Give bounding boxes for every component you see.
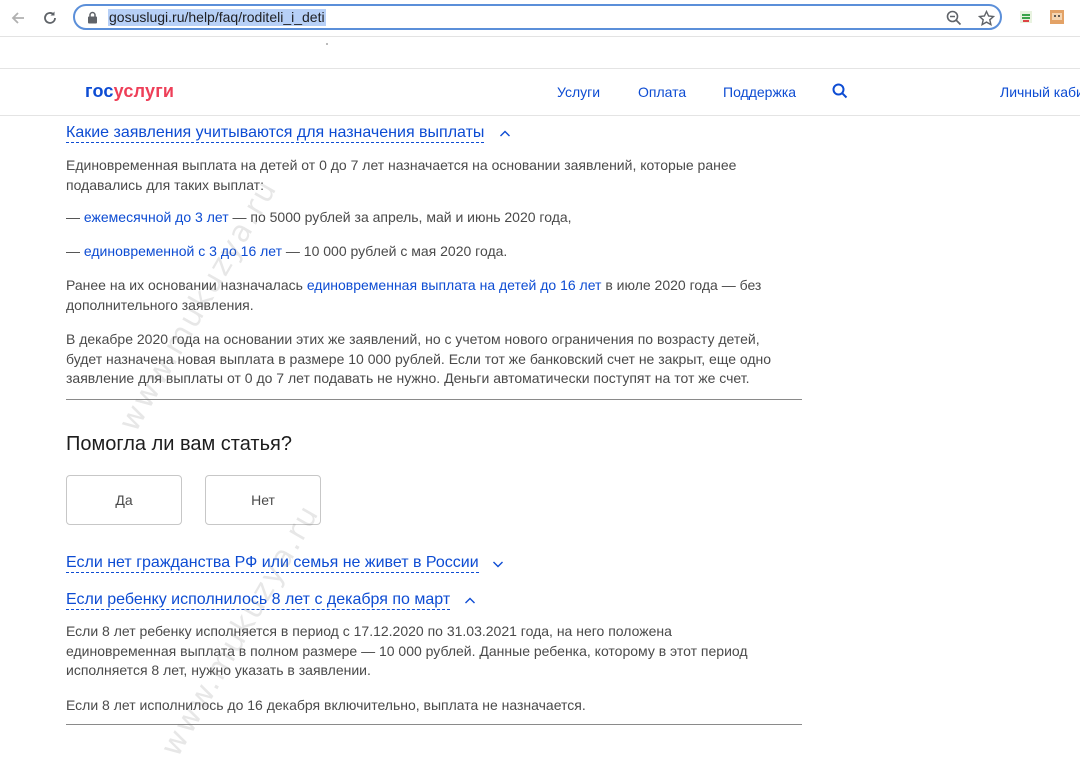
faq-answer-list-item: — ежемесячной до 3 лет — по 5000 рублей … [66, 208, 806, 228]
gosuslugi-logo[interactable]: госуслуги [85, 81, 174, 102]
url-text[interactable]: gosuslugi.ru/help/faq/roditeli_i_deti [108, 9, 326, 26]
nav-payment[interactable]: Оплата [638, 84, 686, 100]
list-item-text: — 10 000 рублей с мая 2020 года. [282, 243, 508, 259]
profile-extension-icon[interactable] [1049, 9, 1065, 25]
zoom-icon[interactable] [945, 9, 963, 27]
chevron-up-icon[interactable] [499, 127, 511, 145]
logo-part-gos: гос [85, 81, 114, 101]
reload-icon[interactable] [38, 6, 62, 30]
extension-icon[interactable] [1018, 9, 1034, 25]
chevron-down-icon[interactable] [492, 557, 504, 575]
site-header: госуслуги Услуги Оплата Поддержка Личный… [0, 68, 1080, 116]
nav-services[interactable]: Услуги [557, 84, 600, 100]
faq-answer-paragraph: Если 8 лет ребенку исполняется в период … [66, 623, 748, 678]
chevron-up-icon[interactable] [464, 594, 476, 612]
feedback-yes-button[interactable]: Да [66, 475, 182, 525]
logo-part-uslugi: услуги [113, 81, 175, 101]
list-dash: — [66, 243, 84, 259]
browser-toolbar: gosuslugi.ru/help/faq/roditeli_i_deti [0, 0, 1080, 37]
faq-question-applications[interactable]: Какие заявления учитываются для назначен… [66, 124, 485, 143]
list-item-text: — по 5000 рублей за апрель, май и июнь 2… [228, 209, 572, 225]
address-bar[interactable]: gosuslugi.ru/help/faq/roditeli_i_deti [73, 4, 1002, 30]
faq-answer-paragraph: Единовременная выплата на детей от 0 до … [66, 157, 737, 193]
personal-account-link[interactable]: Личный каби [1000, 84, 1080, 100]
nav-support[interactable]: Поддержка [723, 84, 796, 100]
faq-answer-paragraph: Ранее на их основании назначалась единов… [66, 276, 766, 315]
payment-under-16-link[interactable]: единовременная выплата на детей до 16 ле… [307, 277, 602, 293]
list-dash: — [66, 209, 84, 225]
search-icon[interactable] [832, 83, 848, 104]
faq-answer-list-item: — единовременной с 3 до 16 лет — 10 000 … [66, 242, 806, 262]
bookmark-star-icon[interactable] [977, 9, 995, 27]
tab-strip-dot [326, 43, 328, 45]
back-arrow-icon[interactable] [6, 6, 30, 30]
feedback-title: Помогла ли вам статья? [66, 433, 292, 455]
lock-icon [87, 11, 98, 29]
monthly-payment-link[interactable]: ежемесячной до 3 лет [84, 209, 229, 225]
section-divider [66, 399, 802, 400]
